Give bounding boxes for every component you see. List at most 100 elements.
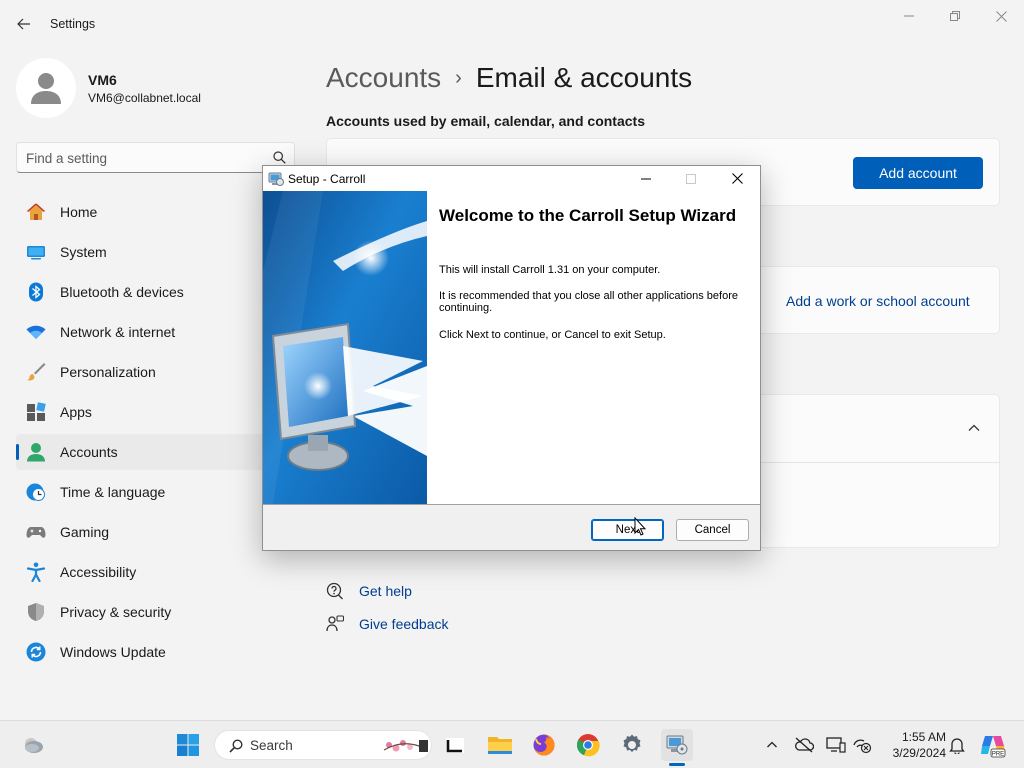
restore-button[interactable] bbox=[932, 4, 978, 28]
svg-text:PRE: PRE bbox=[992, 751, 1004, 757]
system-icon bbox=[26, 242, 46, 262]
taskbar-app-setup[interactable] bbox=[661, 729, 693, 761]
get-help-label: Get help bbox=[359, 583, 412, 599]
person-icon bbox=[31, 73, 61, 104]
app-title: Settings bbox=[50, 17, 96, 31]
task-view-button[interactable] bbox=[439, 729, 471, 761]
task-view-icon bbox=[446, 738, 464, 753]
maximize-icon bbox=[686, 173, 696, 184]
copilot-button[interactable]: PRE bbox=[980, 732, 1006, 758]
find-setting-search[interactable] bbox=[16, 142, 295, 173]
profile-name: VM6 bbox=[88, 72, 117, 88]
collapse-button[interactable] bbox=[966, 420, 982, 441]
taskbar-search[interactable]: Search bbox=[214, 730, 432, 760]
sidebar-item-label: Personalization bbox=[60, 364, 156, 380]
close-icon bbox=[995, 10, 1007, 22]
taskbar-app-settings[interactable] bbox=[616, 729, 648, 761]
minimize-icon bbox=[641, 178, 651, 179]
sidebar-item-privacy[interactable]: Privacy & security bbox=[16, 594, 266, 630]
sidebar-item-accessibility[interactable]: Accessibility bbox=[16, 554, 266, 590]
sidebar-item-home[interactable]: Home bbox=[16, 194, 266, 230]
chevron-up-icon bbox=[767, 741, 777, 748]
clock-globe-icon bbox=[26, 482, 46, 502]
sidebar-item-label: Time & language bbox=[60, 484, 166, 500]
taskbar-app-chrome[interactable] bbox=[572, 729, 604, 761]
sidebar-item-label: Privacy & security bbox=[60, 604, 172, 620]
dialog-minimize-button[interactable] bbox=[623, 166, 669, 191]
page-title: Email & accounts bbox=[475, 62, 693, 93]
breadcrumb-parent-link[interactable]: Accounts bbox=[326, 62, 441, 94]
minimize-button[interactable] bbox=[886, 4, 932, 28]
sidebar-nav: Home System Bluetooth & devices Network … bbox=[16, 194, 266, 674]
get-help-link[interactable]: Get help bbox=[326, 581, 412, 601]
dialog-titlebar[interactable]: Setup - Carroll bbox=[263, 166, 760, 191]
dialog-title: Setup - Carroll bbox=[288, 172, 366, 186]
give-feedback-link[interactable]: Give feedback bbox=[326, 614, 449, 634]
sidebar-item-personalization[interactable]: Personalization bbox=[16, 354, 266, 390]
bluetooth-icon bbox=[26, 282, 46, 302]
search-input[interactable] bbox=[26, 149, 256, 167]
card-divider bbox=[760, 462, 1000, 463]
notifications-button[interactable] bbox=[947, 735, 967, 755]
network-tray-button[interactable] bbox=[852, 735, 872, 755]
next-button[interactable]: Next bbox=[591, 519, 664, 541]
breadcrumb: Accounts › Email & accounts bbox=[326, 58, 692, 98]
close-button[interactable] bbox=[978, 4, 1024, 28]
brush-icon bbox=[26, 362, 46, 382]
notification-bell-icon bbox=[949, 738, 965, 754]
onedrive-tray-button[interactable] bbox=[794, 735, 814, 755]
accounts-icon bbox=[26, 442, 46, 462]
sidebar-item-system[interactable]: System bbox=[16, 234, 266, 270]
dialog-close-button[interactable] bbox=[714, 166, 760, 191]
wizard-content: Welcome to the Carroll Setup Wizard This… bbox=[427, 191, 760, 504]
add-work-school-account-link[interactable]: Add a work or school account bbox=[786, 293, 970, 309]
setup-app-icon bbox=[268, 172, 284, 186]
taskbar: Search 1:55 AM 3/29/2024 PRE bbox=[0, 720, 1024, 768]
shield-icon bbox=[26, 602, 46, 622]
taskbar-app-firefox[interactable] bbox=[528, 729, 560, 761]
sidebar-item-apps[interactable]: Apps bbox=[16, 394, 266, 430]
sidebar-item-label: System bbox=[60, 244, 107, 260]
update-icon bbox=[26, 642, 46, 662]
sidebar-item-bluetooth[interactable]: Bluetooth & devices bbox=[16, 274, 266, 310]
sidebar-item-time-language[interactable]: Time & language bbox=[16, 474, 266, 510]
start-button[interactable] bbox=[172, 729, 204, 761]
windows-start-icon bbox=[177, 734, 199, 756]
wizard-install-text: This will install Carroll 1.31 on your c… bbox=[439, 264, 661, 276]
sidebar-item-label: Accounts bbox=[60, 444, 118, 460]
sidebar-item-accounts[interactable]: Accounts bbox=[16, 434, 266, 470]
display-tray-button[interactable] bbox=[826, 735, 846, 755]
cancel-button[interactable]: Cancel bbox=[676, 519, 749, 541]
search-icon bbox=[273, 151, 286, 164]
active-app-indicator bbox=[669, 763, 685, 766]
gamepad-icon bbox=[26, 522, 46, 542]
dialog-separator bbox=[263, 504, 760, 505]
clock-date: 3/29/2024 bbox=[892, 746, 946, 760]
system-clock[interactable]: 1:55 AM 3/29/2024 bbox=[880, 729, 946, 761]
sidebar-item-label: Network & internet bbox=[60, 324, 176, 340]
sidebar-item-windows-update[interactable]: Windows Update bbox=[16, 634, 266, 670]
user-profile[interactable]: VM6 VM6@collabnet.local bbox=[16, 58, 296, 118]
widgets-button[interactable] bbox=[17, 729, 49, 761]
copilot-pre-icon: PRE bbox=[981, 736, 1006, 758]
wizard-recommendation-text: It is recommended that you close all oth… bbox=[439, 290, 738, 314]
setup-installer-icon bbox=[666, 735, 688, 755]
breadcrumb-separator: › bbox=[455, 66, 462, 89]
sidebar-item-gaming[interactable]: Gaming bbox=[16, 514, 266, 550]
chrome-icon bbox=[576, 734, 600, 757]
home-icon bbox=[26, 202, 46, 222]
avatar bbox=[16, 58, 76, 118]
back-button[interactable] bbox=[12, 12, 36, 36]
show-hidden-icons-button[interactable] bbox=[762, 735, 782, 755]
mouse-cursor-icon bbox=[634, 517, 646, 536]
settings-gear-icon bbox=[623, 734, 641, 753]
wifi-icon bbox=[26, 322, 46, 342]
give-feedback-label: Give feedback bbox=[359, 616, 449, 632]
sidebar-item-label: Bluetooth & devices bbox=[60, 284, 184, 300]
add-account-button[interactable]: Add account bbox=[853, 157, 983, 189]
display-icon bbox=[826, 737, 846, 753]
onedrive-offline-icon bbox=[795, 737, 814, 753]
restore-icon bbox=[950, 11, 960, 21]
sidebar-item-network[interactable]: Network & internet bbox=[16, 314, 266, 350]
taskbar-app-file-explorer[interactable] bbox=[484, 729, 516, 761]
